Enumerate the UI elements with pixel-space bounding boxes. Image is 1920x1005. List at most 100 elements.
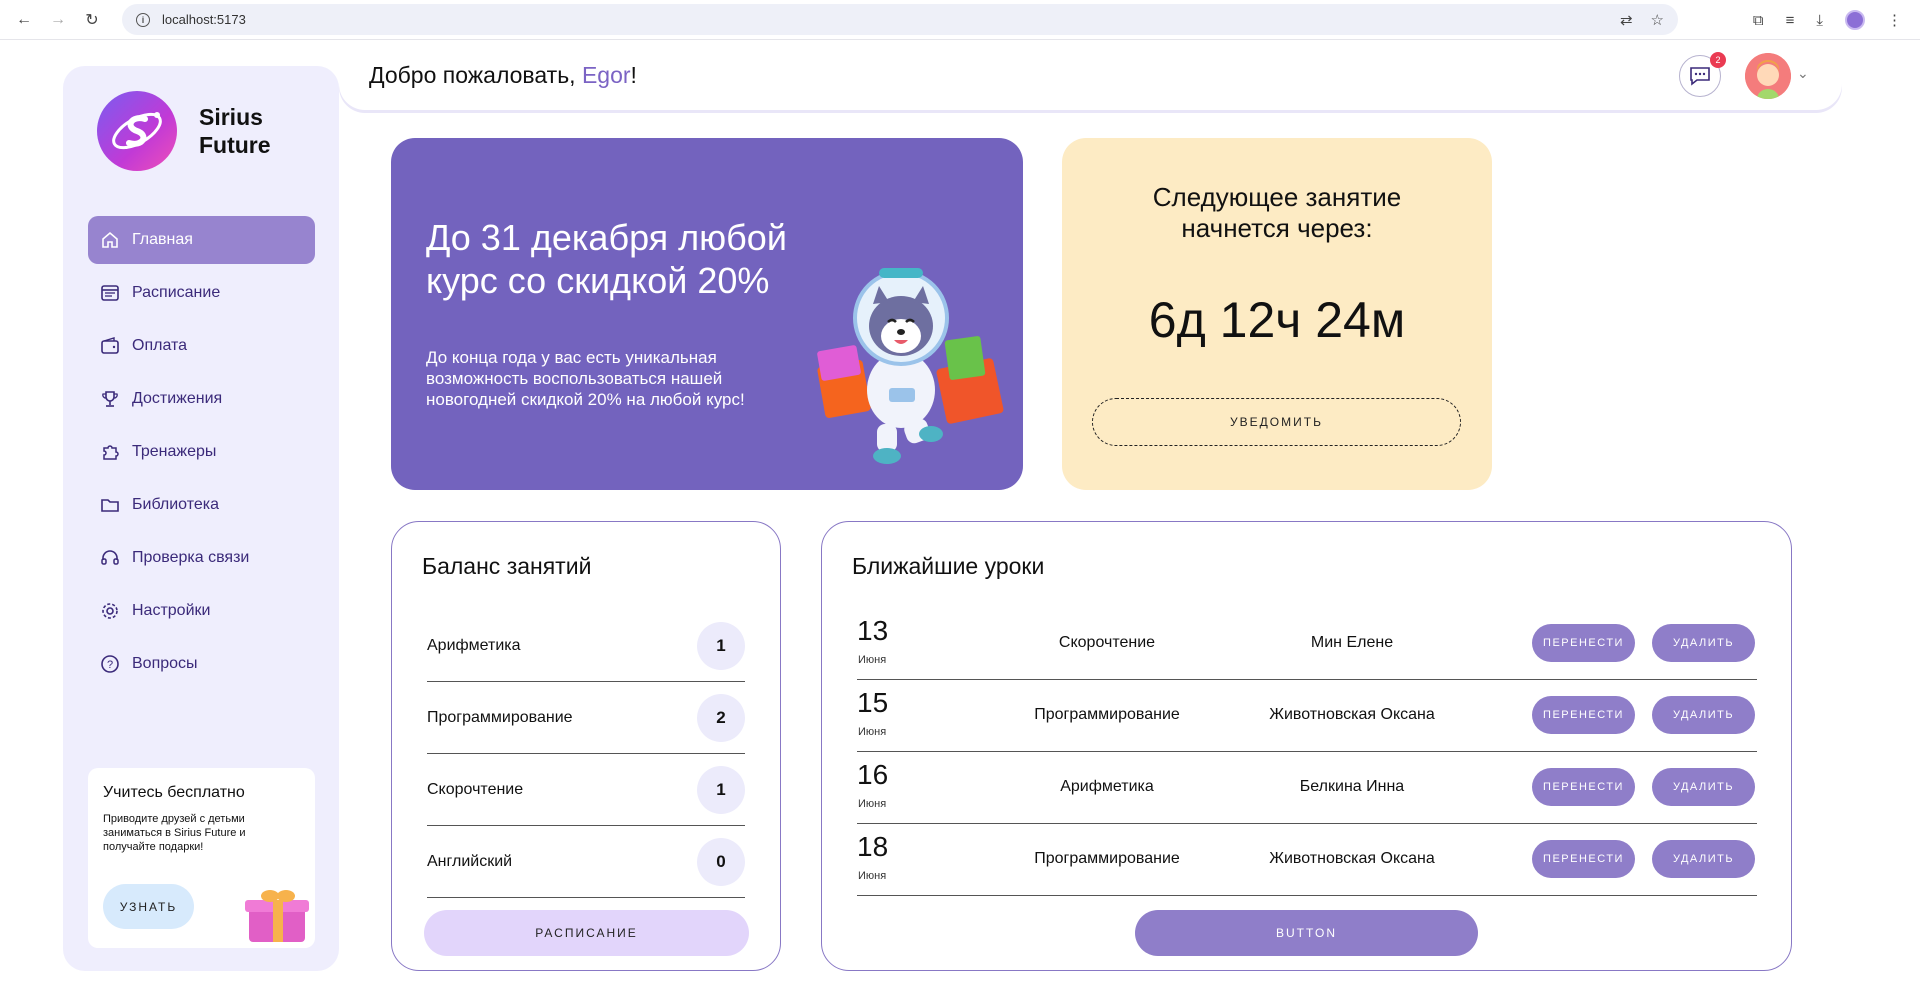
sidebar-menu: Главная Расписание Оплата Достижения Тре… (88, 216, 315, 693)
extensions-icon[interactable]: ⧉ (1753, 12, 1764, 29)
chat-notification-badge: 2 (1710, 52, 1726, 68)
table-row: 18 Июня Программирование Животновская Ок… (857, 824, 1757, 896)
browser-menu-icon[interactable]: ⋮ (1887, 11, 1902, 29)
list-item: Скорочтение 1 (427, 754, 745, 826)
lesson-month: Июня (858, 726, 887, 738)
balance-subject: Программирование (427, 708, 573, 726)
sidebar-item-label: Тренажеры (132, 443, 217, 460)
list-item: Арифметика 1 (427, 610, 745, 682)
logo-text-line1: Sirius (199, 104, 263, 130)
logo-icon (97, 91, 177, 171)
lessons-title: Ближайшие уроки (852, 553, 1045, 579)
lesson-subject: Программирование (1034, 706, 1180, 723)
banner-text: До конца года у вас есть уникальная возм… (426, 348, 745, 409)
balance-subject: Английский (427, 852, 513, 870)
url-text: localhost:5173 (162, 12, 246, 27)
delete-button[interactable]: УДАЛИТЬ (1652, 696, 1755, 734)
sidebar-item-library[interactable]: Библиотека (88, 481, 315, 529)
delete-button[interactable]: УДАЛИТЬ (1652, 624, 1755, 662)
referral-promo-card: Учитесь бесплатно Приводите друзей с дет… (88, 768, 315, 948)
home-icon (100, 230, 120, 250)
banner-title: До 31 декабря любой курс со скидкой 20% (426, 217, 787, 301)
reschedule-button[interactable]: ПЕРЕНЕСТИ (1532, 696, 1635, 734)
reschedule-button[interactable]: ПЕРЕНЕСТИ (1532, 768, 1635, 806)
lesson-subject: Арифметика (1060, 778, 1154, 795)
table-row: 15 Июня Программирование Животновская Ок… (857, 680, 1757, 752)
sidebar-item-label: Главная (132, 231, 193, 248)
sidebar-item-questions[interactable]: ? Вопросы (88, 640, 315, 688)
lesson-balance-card: Баланс занятий Арифметика 1 Программиров… (391, 521, 781, 971)
reschedule-button[interactable]: ПЕРЕНЕСТИ (1532, 624, 1635, 662)
table-row: 13 Июня Скорочтение Мин Елене ПЕРЕНЕСТИ … (857, 608, 1757, 680)
sidebar: Sirius Future Главная Расписание Оплата (63, 66, 339, 971)
promo-banner[interactable]: До 31 декабря любой курс со скидкой 20% … (391, 138, 1023, 490)
promo-text: Приводите друзей с детьми заниматься в S… (103, 813, 246, 853)
sidebar-item-label: Проверка связи (132, 549, 250, 566)
astronaut-husky-illustration (817, 268, 1004, 464)
gift-icon (245, 890, 309, 942)
lesson-month: Июня (858, 654, 887, 666)
lessons-action-button[interactable]: BUTTON (1135, 910, 1478, 956)
browser-profile-icon[interactable] (1845, 10, 1865, 30)
upcoming-lessons-card: Ближайшие уроки 13 Июня Скорочтение Мин … (821, 521, 1792, 971)
delete-button[interactable]: УДАЛИТЬ (1652, 840, 1755, 878)
sidebar-item-payment[interactable]: Оплата (88, 322, 315, 370)
svg-text:?: ? (107, 659, 113, 671)
list-item: Английский 0 (427, 826, 745, 898)
lesson-subject: Программирование (1034, 850, 1180, 867)
folder-icon (100, 495, 120, 515)
user-name: Egor (581, 62, 631, 88)
translate-icon[interactable]: ⇄ (1620, 11, 1633, 29)
chat-button[interactable]: 2 (1679, 52, 1726, 97)
list-item: Программирование 2 (427, 682, 745, 754)
lesson-month: Июня (858, 870, 887, 882)
lesson-teacher: Животновская Оксана (1269, 850, 1435, 867)
address-bar[interactable]: i localhost:5173 ⇄ ☆ (122, 4, 1678, 35)
headset-icon (100, 548, 120, 568)
balance-subject: Скорочтение (427, 780, 524, 798)
sidebar-item-label: Достижения (132, 390, 223, 407)
calendar-icon (100, 283, 120, 303)
forward-icon[interactable]: → (44, 6, 72, 34)
top-header: Добро пожаловать, Egor! 2 ⌄ (339, 44, 1842, 110)
back-icon[interactable]: ← (10, 6, 38, 34)
download-icon[interactable]: ⤓ (1816, 12, 1823, 29)
sidebar-item-trainers[interactable]: Тренажеры (88, 428, 315, 476)
balance-count: 1 (697, 621, 745, 670)
countdown-time: 6д 12ч 24м (1148, 292, 1406, 348)
sidebar-item-schedule[interactable]: Расписание (88, 269, 315, 317)
greeting-end: ! (630, 62, 637, 88)
delete-button[interactable]: УДАЛИТЬ (1652, 768, 1755, 806)
chevron-down-icon[interactable]: ⌄ (1797, 65, 1809, 82)
greeting-text: Добро пожаловать, (369, 62, 582, 88)
reschedule-button[interactable]: ПЕРЕНЕСТИ (1532, 840, 1635, 878)
sidebar-item-label: Библиотека (132, 496, 219, 513)
lesson-day: 13 (857, 615, 889, 646)
lessons-list: 13 Июня Скорочтение Мин Елене ПЕРЕНЕСТИ … (857, 608, 1757, 896)
logo[interactable]: Sirius Future (97, 91, 271, 171)
balance-list: Арифметика 1 Программирование 2 Скорочте… (427, 610, 745, 898)
lesson-day: 18 (857, 831, 889, 862)
avatar[interactable] (1745, 53, 1791, 99)
table-row: 16 Июня Арифметика Белкина Инна ПЕРЕНЕСТ… (857, 752, 1757, 824)
bookmark-star-icon[interactable]: ☆ (1651, 11, 1664, 29)
puzzle-icon (100, 442, 120, 462)
sidebar-item-label: Вопросы (132, 655, 198, 672)
balance-subject: Арифметика (427, 636, 521, 654)
sidebar-item-connection-check[interactable]: Проверка связи (88, 534, 315, 582)
reload-icon[interactable]: ↻ (78, 6, 106, 34)
browser-toolbar: ← → ↻ i localhost:5173 ⇄ ☆ ⧉ ≡ ⤓ ⋮ (0, 0, 1920, 40)
balance-count: 1 (697, 765, 745, 814)
site-info-icon[interactable]: i (136, 12, 150, 27)
notify-button[interactable]: УВЕДОМИТЬ (1092, 398, 1461, 446)
lesson-day: 15 (857, 687, 889, 718)
learn-more-button[interactable]: УЗНАТЬ (103, 884, 194, 929)
balance-count: 0 (697, 837, 745, 886)
next-lesson-countdown-card: Следующее занятие начнется через: 6д 12ч… (1062, 138, 1492, 490)
schedule-button[interactable]: РАСПИСАНИЕ (424, 910, 749, 956)
media-icon[interactable]: ≡ (1786, 12, 1795, 29)
sidebar-item-achievements[interactable]: Достижения (88, 375, 315, 423)
sidebar-item-home[interactable]: Главная (88, 216, 315, 264)
sidebar-item-settings[interactable]: Настройки (88, 587, 315, 635)
lesson-teacher: Мин Елене (1310, 634, 1394, 651)
